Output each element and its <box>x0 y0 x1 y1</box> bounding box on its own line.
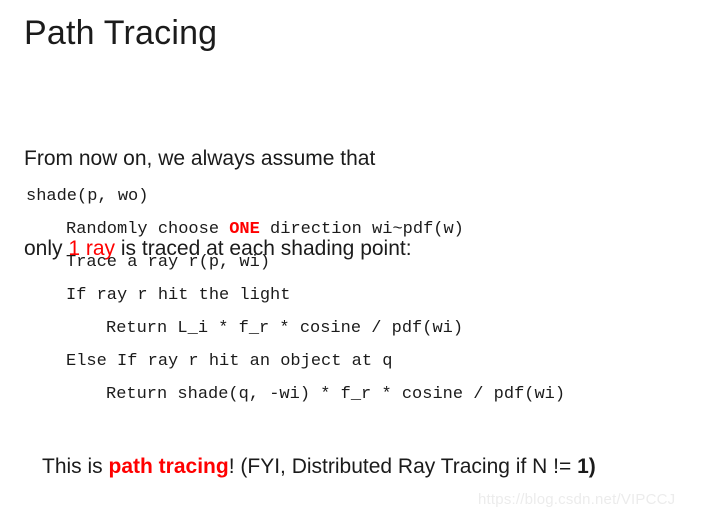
code-line-return-shade: Return shade(q, -wi) * f_r * cosine / pd… <box>26 378 565 411</box>
slide-canvas: Path Tracing From now on, we always assu… <box>0 0 722 516</box>
code-line-shade-signature: shade(p, wo) <box>26 180 565 213</box>
conclusion-bold-end: 1) <box>577 455 596 478</box>
conclusion-prefix: This is <box>42 455 109 478</box>
code-line-trace-ray: Trace a ray r(p, wi) <box>26 246 565 279</box>
code-text-random-suffix: direction wi~pdf(w) <box>259 220 464 239</box>
code-text-random-prefix: Randomly choose <box>66 220 230 239</box>
code-text-if-hit-light: If ray r hit the light <box>66 286 291 305</box>
intro-line-1: From now on, we always assume that <box>24 147 376 170</box>
conclusion-line: This is path tracing! (FYI, Distributed … <box>42 452 596 482</box>
code-keyword-one: ONE <box>229 220 260 239</box>
page-title: Path Tracing <box>24 14 218 52</box>
conclusion-emphasis-path-tracing: path tracing <box>108 455 229 478</box>
code-text-return-li: Return L_i * f_r * cosine / pdf(wi) <box>106 319 464 338</box>
pseudocode-block: shade(p, wo) Randomly choose ONE directi… <box>26 180 565 411</box>
code-line-else-if-object: Else If ray r hit an object at q <box>26 345 565 378</box>
code-text-return-shade: Return shade(q, -wi) * f_r * cosine / pd… <box>106 385 566 404</box>
code-text-trace-ray: Trace a ray r(p, wi) <box>66 253 271 272</box>
code-line-random-direction: Randomly choose ONE direction wi~pdf(w) <box>26 213 565 246</box>
code-text-else-if-object: Else If ray r hit an object at q <box>66 352 393 371</box>
conclusion-middle: ! (FYI, Distributed Ray Tracing if N != <box>228 455 578 478</box>
code-line-if-hit-light: If ray r hit the light <box>26 279 565 312</box>
watermark-url: https://blog.csdn.net/VIPCCJ <box>478 491 676 508</box>
code-text-shade-signature: shade(p, wo) <box>26 187 149 206</box>
code-line-return-li: Return L_i * f_r * cosine / pdf(wi) <box>26 312 565 345</box>
